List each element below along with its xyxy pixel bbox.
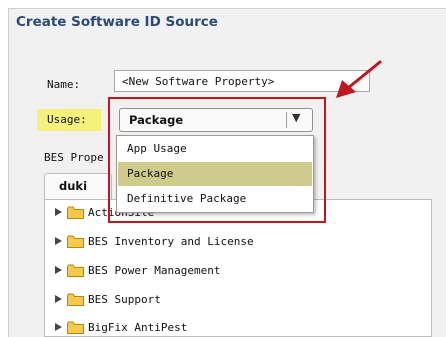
tree-item-bes-support[interactable]: BES Support (55, 289, 161, 309)
folder-icon (67, 321, 84, 334)
folder-icon (67, 235, 84, 248)
tree-item-bes-power[interactable]: BES Power Management (55, 260, 220, 280)
folder-icon (67, 206, 84, 219)
bes-properties-label: BES Prope (44, 151, 104, 164)
expand-icon[interactable] (55, 323, 62, 331)
tree-item-label: BES Power Management (88, 263, 221, 277)
option-definitive-package[interactable]: Definitive Package (118, 187, 312, 211)
usage-select-value: Package (129, 113, 184, 127)
tree-item-bigfix-antipest[interactable]: BigFix AntiPest (55, 317, 187, 337)
option-app-usage[interactable]: App Usage (118, 137, 312, 161)
tree-item-bes-inventory[interactable]: BES Inventory and License (55, 231, 254, 251)
expand-icon[interactable] (55, 266, 62, 274)
select-divider (286, 112, 287, 128)
expand-icon[interactable] (55, 237, 62, 245)
expand-icon[interactable] (55, 208, 62, 216)
tree-item-label: BES Support (88, 292, 161, 306)
site-tree: ActionSite BES Inventory and License BES… (44, 199, 432, 337)
usage-select[interactable]: Package ▼ (119, 108, 313, 132)
option-package[interactable]: Package (118, 162, 312, 186)
tree-item-label: BigFix AntiPest (88, 320, 188, 334)
tree-item-label: BES Inventory and License (88, 234, 254, 248)
chevron-down-icon[interactable]: ▼ (292, 111, 300, 124)
folder-icon (67, 293, 84, 306)
usage-label: Usage: (47, 113, 87, 126)
name-label: Name: (47, 78, 81, 91)
usage-dropdown-list: App Usage Package Definitive Package (116, 135, 314, 213)
folder-icon (67, 264, 84, 277)
tab-duki[interactable]: duki (44, 173, 112, 200)
tab-label: duki (59, 179, 88, 193)
red-arrow-icon (336, 60, 382, 98)
expand-icon[interactable] (55, 295, 62, 303)
dialog-title: Create Software ID Source (16, 14, 218, 30)
